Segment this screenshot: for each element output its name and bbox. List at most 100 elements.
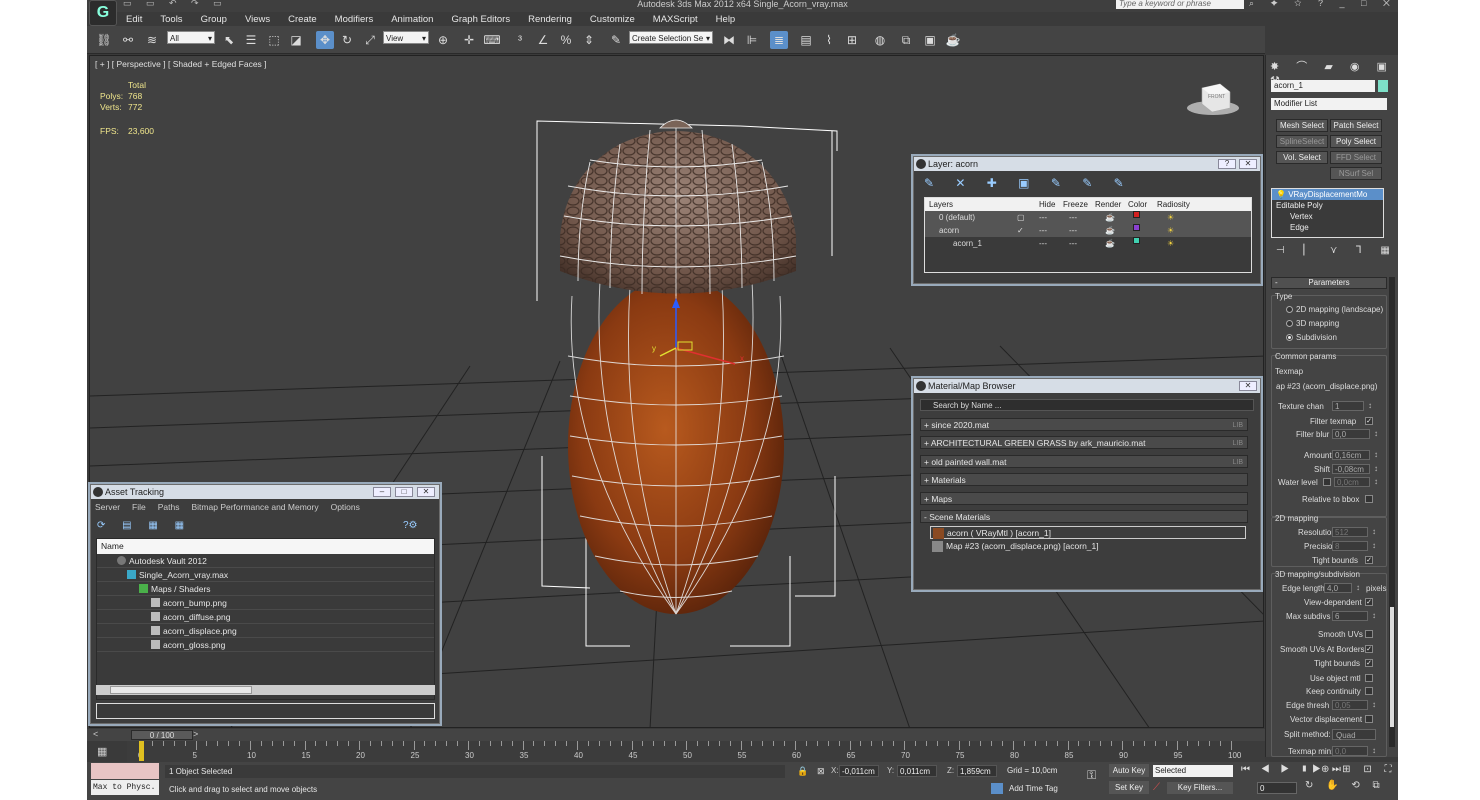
- asset-menu-paths[interactable]: Paths: [158, 502, 180, 512]
- spinner-snap-icon[interactable]: ⇕: [580, 31, 598, 49]
- tree-row[interactable]: Single_Acorn_vray.max: [97, 568, 434, 582]
- texmap-min-spinner[interactable]: 0,0: [1332, 746, 1376, 756]
- asset-tracking-titlebar[interactable]: Asset Tracking – □ ✕: [91, 485, 439, 499]
- select-object-icon[interactable]: ⬉: [220, 31, 238, 49]
- mesh-select-button[interactable]: Mesh Select: [1276, 119, 1328, 132]
- radiosity-icon[interactable]: ☀: [1167, 224, 1174, 237]
- close-button[interactable]: ✕: [1239, 159, 1257, 169]
- rotate-icon[interactable]: ↻: [338, 31, 356, 49]
- use-object-mtl-checkbox[interactable]: [1365, 674, 1373, 682]
- split-method-dropdown[interactable]: Quad: [1332, 729, 1376, 740]
- tree-row[interactable]: Maps / Shaders: [97, 582, 434, 596]
- col-hide[interactable]: Hide: [1039, 198, 1055, 211]
- shift-spinner[interactable]: -0,08cm: [1332, 464, 1378, 474]
- angle-snap-icon[interactable]: ∠: [534, 31, 552, 49]
- time-slider[interactable]: < 0 / 100 >: [87, 729, 1265, 741]
- active-layer-icon[interactable]: ▢: [1017, 211, 1025, 224]
- asset-menu-file[interactable]: File: [132, 502, 146, 512]
- layer-color-swatch[interactable]: [1133, 224, 1140, 231]
- col-color[interactable]: Color: [1128, 198, 1147, 211]
- rendered-frame-icon[interactable]: ▣: [921, 31, 939, 49]
- infocenter-icons[interactable]: ⌕ ✦ ☆ ? _ □ ✕: [1249, 0, 1397, 9]
- texture-chan-spinner[interactable]: 1: [1332, 401, 1372, 411]
- vector-displacement-checkbox[interactable]: [1365, 715, 1373, 723]
- material-editor-icon[interactable]: ◍: [871, 31, 889, 49]
- material-browser-titlebar[interactable]: Material/Map Browser ✕: [914, 379, 1260, 393]
- key-filter-icon[interactable]: ⟋: [1153, 782, 1160, 793]
- asset-help-icon[interactable]: ?⚙: [403, 520, 418, 531]
- render-icon[interactable]: ☕: [1105, 237, 1115, 250]
- mirror-icon[interactable]: ⧓: [720, 31, 738, 49]
- stack-item[interactable]: Vertex: [1272, 211, 1383, 222]
- vol-select-button[interactable]: Vol. Select: [1276, 151, 1328, 164]
- material-group[interactable]: + old painted wall.mat LIB: [920, 455, 1248, 468]
- edge-thresh-spinner[interactable]: 0,05: [1332, 700, 1376, 710]
- tree-row[interactable]: acorn_bump.png: [97, 596, 434, 610]
- option-3d-mapping[interactable]: 3D mapping: [1296, 319, 1339, 328]
- menu-views[interactable]: Views: [236, 12, 279, 26]
- material-group[interactable]: + ARCHITECTURAL GREEN GRASS by ark_mauri…: [920, 436, 1248, 449]
- asset-column-name[interactable]: Name: [97, 539, 434, 554]
- asset-menu-server[interactable]: Server: [95, 502, 120, 512]
- app-logo-icon[interactable]: G: [89, 0, 117, 26]
- relative-bbox-checkbox[interactable]: [1365, 495, 1373, 503]
- maxscript-mini-listener[interactable]: Max to Physc.: [91, 780, 159, 795]
- rect-selection-icon[interactable]: ⬚: [265, 31, 283, 49]
- layer-color-swatch[interactable]: [1133, 237, 1140, 244]
- menu-edit[interactable]: Edit: [117, 12, 151, 26]
- asset-menu-options[interactable]: Options: [331, 502, 360, 512]
- time-tag-icon[interactable]: [991, 783, 1003, 794]
- help-button[interactable]: ?: [1218, 159, 1236, 169]
- max-subdivs-spinner[interactable]: 6: [1332, 611, 1376, 621]
- time-slider-thumb[interactable]: 0 / 100: [131, 730, 193, 740]
- edge-length-spinner[interactable]: 4,0: [1324, 583, 1360, 593]
- filter-blur-spinner[interactable]: 0,0: [1332, 429, 1378, 439]
- menu-help[interactable]: Help: [707, 12, 745, 26]
- layer-row[interactable]: acorn ✓ --- --- ☕ ☀: [925, 224, 1251, 237]
- render-setup-icon[interactable]: ⧉: [897, 31, 915, 49]
- col-radiosity[interactable]: Radiosity: [1157, 198, 1190, 211]
- parameters-rollout[interactable]: - Parameters: [1271, 277, 1387, 289]
- object-color-swatch[interactable]: [1378, 80, 1388, 92]
- modifier-list-dropdown[interactable]: Modifier List: [1271, 98, 1387, 110]
- water-level-checkbox[interactable]: [1323, 478, 1331, 486]
- layer-color-swatch[interactable]: [1133, 211, 1140, 218]
- move-icon[interactable]: ✥: [316, 31, 334, 49]
- menu-animation[interactable]: Animation: [382, 12, 442, 26]
- layer-manager-icon[interactable]: ≣: [770, 31, 788, 49]
- stack-item[interactable]: Edge: [1272, 222, 1383, 233]
- scrollbar-thumb[interactable]: [110, 686, 252, 694]
- next-frame-icon[interactable]: >: [193, 729, 198, 739]
- hide-toggle[interactable]: ---: [1039, 224, 1047, 237]
- scrollbar-thumb[interactable]: [1390, 607, 1394, 727]
- unlink-icon[interactable]: ⚯: [119, 31, 137, 49]
- window-crossing-icon[interactable]: ◪: [287, 31, 305, 49]
- hide-toggle[interactable]: ---: [1039, 237, 1047, 250]
- precision-spinner[interactable]: 8: [1332, 541, 1376, 551]
- tree-row[interactable]: acorn_diffuse.png: [97, 610, 434, 624]
- tree-row[interactable]: acorn_gloss.png: [97, 638, 434, 652]
- patch-select-button[interactable]: Patch Select: [1330, 119, 1382, 132]
- menu-customize[interactable]: Customize: [581, 12, 644, 26]
- radio-3d-mapping[interactable]: [1286, 320, 1293, 327]
- layer-row[interactable]: 0 (default) ▢ --- --- ☕ ☀: [925, 211, 1251, 224]
- edit-named-sel-icon[interactable]: ✎: [607, 31, 625, 49]
- render-icon[interactable]: ☕: [1105, 224, 1115, 237]
- nsurf-sel-button[interactable]: NSurf Sel: [1330, 167, 1382, 180]
- stack-tools[interactable]: ⊣ ▏ ⋎ ⅂ ▦: [1276, 245, 1398, 256]
- viewport-label[interactable]: [ + ] [ Perspective ] [ Shaded + Edged F…: [95, 59, 267, 69]
- auto-key-button[interactable]: Auto Key: [1109, 764, 1149, 777]
- key-filters-button[interactable]: Key Filters...: [1167, 782, 1233, 794]
- menu-maxscript[interactable]: MAXScript: [644, 12, 707, 26]
- col-freeze[interactable]: Freeze: [1063, 198, 1088, 211]
- radiosity-icon[interactable]: ☀: [1167, 211, 1174, 224]
- layer-window-titlebar[interactable]: Layer: acorn ? ✕: [914, 157, 1260, 171]
- menu-graph-editors[interactable]: Graph Editors: [442, 12, 519, 26]
- radiosity-icon[interactable]: ☀: [1167, 237, 1174, 250]
- percent-snap-icon[interactable]: %: [557, 31, 575, 49]
- viewcube-face-label[interactable]: FRONT: [1208, 94, 1225, 100]
- spline-select-button[interactable]: SplineSelect: [1276, 135, 1328, 148]
- col-render[interactable]: Render: [1095, 198, 1121, 211]
- ffd-select-button[interactable]: FFD Select: [1330, 151, 1382, 164]
- x-coordinate-field[interactable]: -0,011cm: [839, 765, 879, 777]
